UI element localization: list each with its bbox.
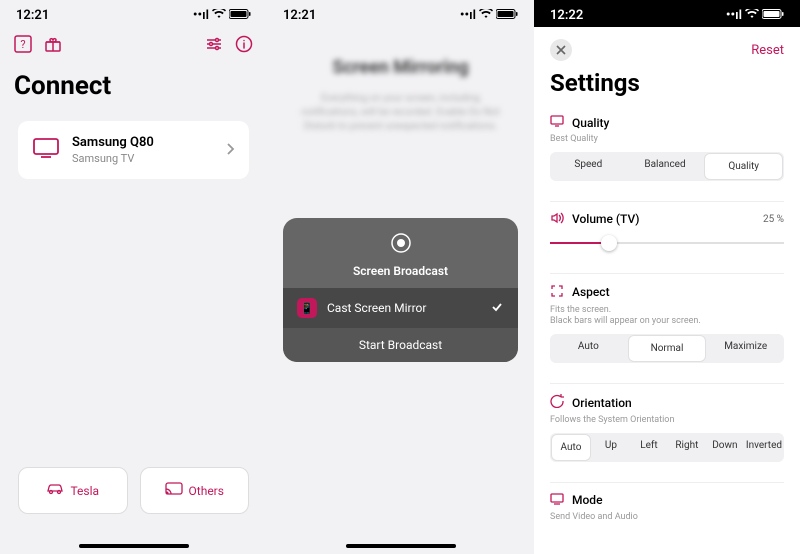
orientation-section: Orientation Follows the System Orientati… — [534, 375, 800, 474]
status-time: 12:22 — [550, 8, 583, 23]
orientation-segment: Auto Up Left Right Down Inverted — [550, 433, 784, 462]
device-type: Samsung TV — [72, 152, 213, 165]
quality-section: Quality Best Quality Speed Balanced Qual… — [534, 111, 800, 193]
status-right: ••ıl — [193, 8, 251, 23]
aspect-opt-normal[interactable]: Normal — [628, 335, 707, 362]
reset-button[interactable]: Reset — [751, 43, 784, 58]
start-broadcast-button[interactable]: Start Broadcast — [283, 328, 518, 362]
divider — [550, 273, 784, 274]
car-icon — [46, 483, 64, 498]
record-icon — [283, 232, 518, 258]
device-name: Samsung Q80 — [72, 135, 213, 150]
quality-icon — [550, 115, 564, 130]
quality-label: Quality — [572, 116, 609, 130]
info-icon[interactable] — [235, 35, 253, 57]
volume-label: Volume (TV) — [572, 212, 640, 226]
background-blur: Screen Mirroring Everything on your scre… — [267, 27, 534, 134]
settings-screen: 12:22 ••ıl Reset Settings Quality Best Q… — [534, 0, 800, 554]
status-bar: 12:21 ••ıl — [267, 0, 534, 27]
aspect-opt-maximize[interactable]: Maximize — [707, 334, 784, 363]
cellular-icon: ••ıl — [726, 8, 742, 23]
status-bar: 12:22 ••ıl — [534, 0, 800, 27]
mode-label: Mode — [572, 493, 603, 507]
orientation-icon — [550, 394, 564, 411]
aspect-opt-auto[interactable]: Auto — [550, 334, 627, 363]
broadcast-app-label: Cast Screen Mirror — [327, 301, 480, 315]
broadcast-panel: Screen Broadcast 📱 Cast Screen Mirror St… — [283, 218, 518, 362]
wifi-icon — [745, 8, 759, 23]
quality-sub: Best Quality — [550, 134, 784, 146]
orient-opt-inverted[interactable]: Inverted — [744, 433, 784, 462]
quality-opt-quality[interactable]: Quality — [704, 153, 783, 180]
home-indicator — [346, 544, 456, 548]
cellular-icon: ••ıl — [460, 8, 476, 23]
aspect-icon — [550, 284, 564, 301]
aspect-section: Aspect Fits the screen. Black bars will … — [534, 265, 800, 375]
mode-icon — [550, 493, 564, 508]
page-title: Connect — [0, 65, 267, 113]
quality-opt-speed[interactable]: Speed — [550, 152, 627, 181]
status-time: 12:21 — [16, 8, 49, 23]
broadcast-app-row[interactable]: 📱 Cast Screen Mirror — [283, 288, 518, 328]
divider — [550, 482, 784, 483]
orient-opt-auto[interactable]: Auto — [551, 434, 591, 461]
device-info: Samsung Q80 Samsung TV — [72, 135, 213, 165]
mode-sub: Send Video and Audio — [550, 512, 784, 524]
orient-opt-up[interactable]: Up — [592, 433, 630, 462]
settings-header: Reset — [534, 27, 800, 67]
battery-icon — [496, 8, 518, 23]
wifi-icon — [479, 8, 493, 23]
volume-icon — [550, 212, 564, 227]
bottom-buttons: Tesla Others — [0, 467, 267, 514]
svg-text:?: ? — [20, 38, 25, 51]
slider-knob[interactable] — [601, 235, 617, 251]
volume-value: 25 % — [763, 214, 784, 225]
battery-icon — [762, 8, 784, 23]
aspect-segment: Auto Normal Maximize — [550, 334, 784, 363]
status-bar: 12:21 ••ıl — [0, 0, 267, 27]
app-icon: 📱 — [297, 298, 317, 318]
check-icon — [490, 300, 504, 317]
volume-section: Volume (TV) 25 % — [534, 193, 800, 265]
gift-icon[interactable] — [44, 35, 62, 57]
orient-opt-left[interactable]: Left — [630, 433, 668, 462]
mode-section: Mode Send Video and Audio — [534, 474, 800, 542]
broadcast-screen: 12:21 ••ıl Screen Mirroring Everything o… — [267, 0, 534, 554]
blur-title: Screen Mirroring — [297, 57, 504, 78]
help-icon[interactable]: ? — [14, 35, 32, 57]
quality-opt-balanced[interactable]: Balanced — [627, 152, 704, 181]
home-indicator — [79, 544, 189, 548]
divider — [550, 201, 784, 202]
others-label: Others — [189, 484, 224, 498]
quality-segment: Speed Balanced Quality — [550, 152, 784, 181]
others-button[interactable]: Others — [140, 467, 250, 514]
divider — [550, 383, 784, 384]
wifi-icon — [212, 8, 226, 23]
battery-icon — [229, 8, 251, 23]
toolbar: ? — [0, 27, 267, 65]
cast-icon — [165, 482, 183, 499]
orient-opt-right[interactable]: Right — [668, 433, 706, 462]
tv-icon — [32, 137, 60, 163]
orientation-label: Orientation — [572, 396, 632, 410]
orient-opt-down[interactable]: Down — [706, 433, 744, 462]
orientation-sub: Follows the System Orientation — [550, 415, 784, 427]
aspect-sub: Fits the screen. Black bars will appear … — [550, 305, 784, 328]
filter-icon[interactable] — [205, 35, 223, 57]
status-time: 12:21 — [283, 8, 316, 23]
broadcast-title: Screen Broadcast — [283, 264, 518, 278]
volume-slider[interactable] — [550, 233, 784, 253]
status-right: ••ıl — [460, 8, 518, 23]
device-card[interactable]: Samsung Q80 Samsung TV — [18, 121, 249, 179]
tesla-label: Tesla — [70, 484, 99, 498]
recording-notice: Everything on your screen, including not… — [297, 92, 504, 134]
tesla-button[interactable]: Tesla — [18, 467, 128, 514]
settings-title: Settings — [534, 67, 800, 111]
cellular-icon: ••ıl — [193, 8, 209, 23]
status-right: ••ıl — [726, 8, 784, 23]
aspect-label: Aspect — [572, 285, 610, 299]
chevron-right-icon — [225, 141, 235, 160]
close-button[interactable] — [550, 39, 572, 61]
connect-screen: 12:21 ••ıl ? Con — [0, 0, 267, 554]
